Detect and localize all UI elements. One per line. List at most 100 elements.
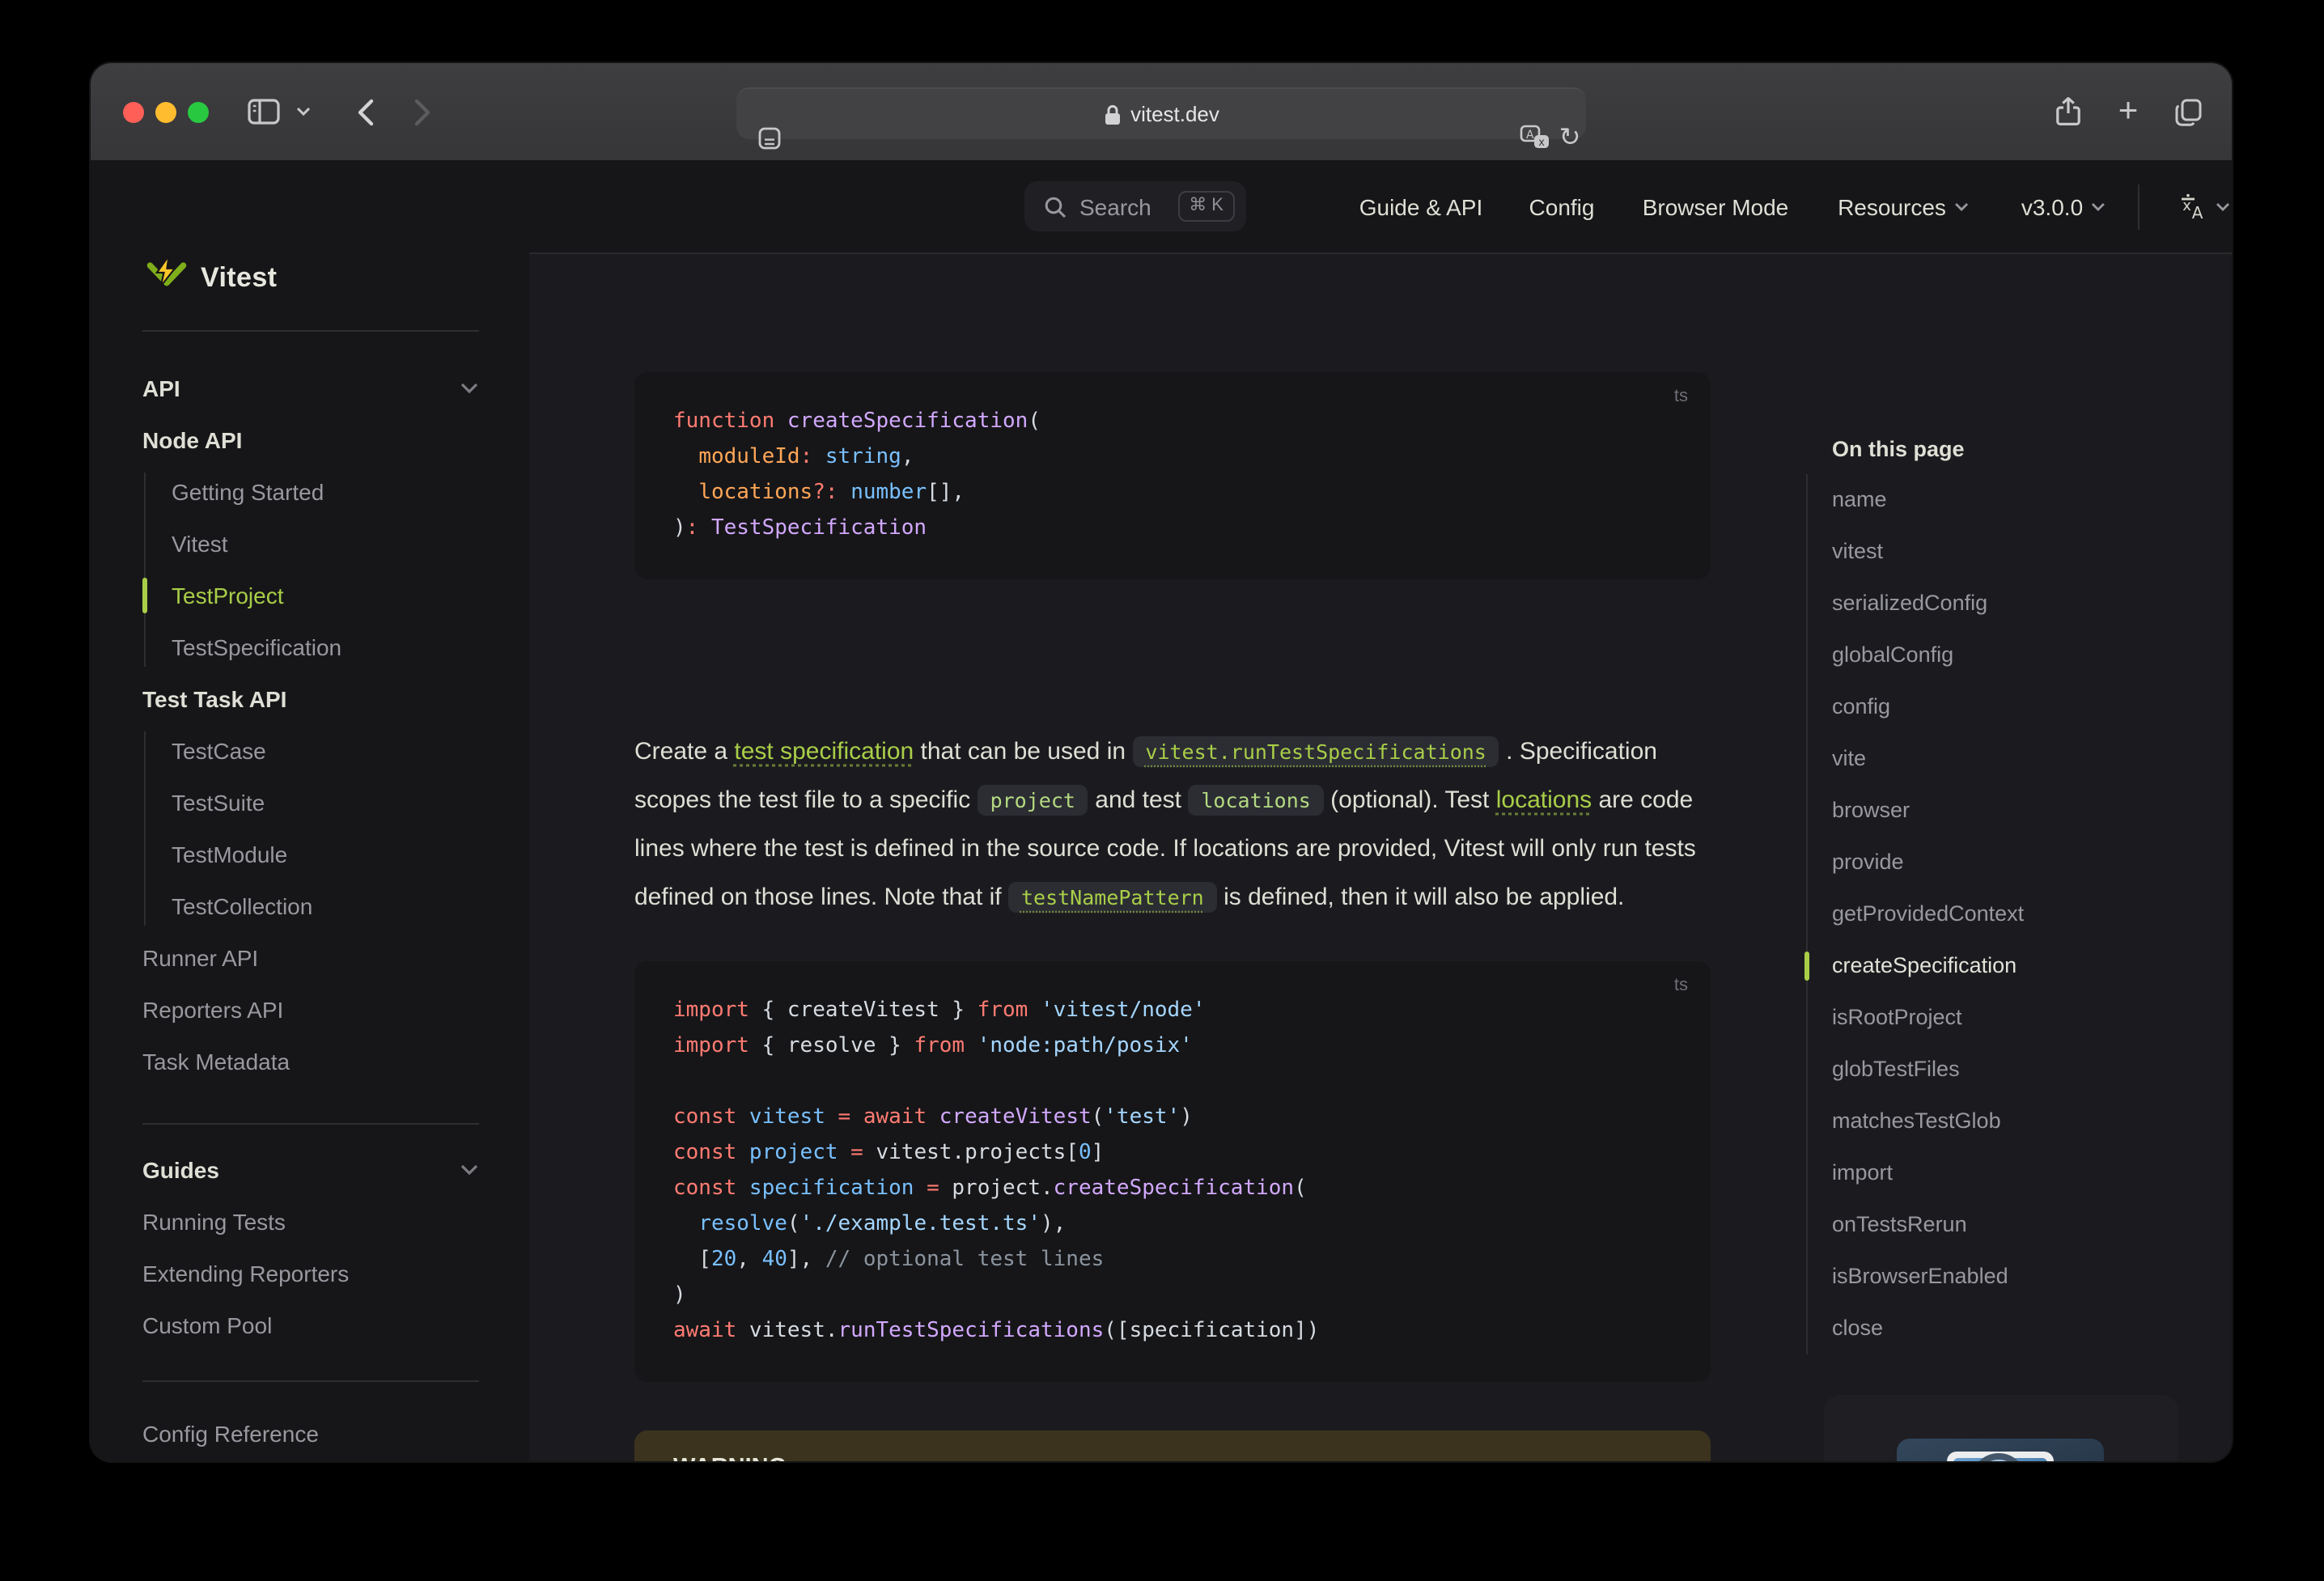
sidebar-divider [142, 1123, 479, 1125]
text-run: that can be used in [914, 738, 1133, 765]
search-input[interactable]: Search ⌘ K [1024, 181, 1246, 231]
sponsor-card[interactable]: </> [1824, 1395, 2178, 1461]
toc-item[interactable]: getProvidedContext [1832, 888, 2214, 940]
svg-text:x: x [2182, 197, 2191, 214]
nav-dropdown-resources[interactable]: Resources [1838, 160, 1969, 252]
code-block-signature: ts function createSpecification( moduleI… [634, 372, 1711, 579]
sidebar-item-testcase[interactable]: TestCase [172, 725, 266, 777]
code-line: locations?: number[], [698, 481, 965, 505]
toc-item[interactable]: vite [1832, 733, 2214, 785]
toc-item[interactable]: vitest [1832, 526, 2214, 578]
nav-dropdown-version[interactable]: v3.0.0 [2021, 160, 2106, 252]
chevron-down-icon[interactable] [460, 1144, 479, 1196]
nav-link-browser-mode[interactable]: Browser Mode [1643, 160, 1789, 252]
sidebar-divider [142, 1380, 479, 1382]
chevron-down-icon [2092, 202, 2106, 210]
sidebar-item-testmodule[interactable]: TestModule [172, 829, 287, 880]
sidebar-item-config-reference[interactable]: Config Reference [142, 1408, 319, 1460]
code-line: moduleId: string, [698, 445, 914, 469]
code-line: const project = vitest.projects[0] [673, 1141, 1105, 1165]
inline-link[interactable]: test specification [734, 738, 914, 765]
svg-text:A: A [2192, 202, 2203, 221]
sidebar-item-getting-started[interactable]: Getting Started [172, 466, 324, 518]
toc-item[interactable]: import [1832, 1147, 2214, 1199]
chevron-down-icon [2216, 202, 2229, 210]
code-line: const specification = project.createSpec… [673, 1176, 1307, 1201]
warning-title: WARNING [673, 1455, 1672, 1461]
sidebar-menu-chevron-icon[interactable] [291, 63, 314, 160]
nav-link-config[interactable]: Config [1529, 160, 1595, 252]
sidebar-item-testsuite[interactable]: TestSuite [172, 777, 265, 829]
url-display: vitest.dev [736, 89, 1586, 139]
text-run: is defined, then it will also be applied… [1216, 884, 1625, 911]
url-text: vitest.dev [1130, 102, 1219, 126]
vitest-logo-icon[interactable] [146, 254, 188, 296]
inline-link[interactable]: locations [1496, 786, 1592, 814]
sidebar-item-testcollection[interactable]: TestCollection [172, 880, 312, 932]
search-icon [1044, 195, 1067, 218]
sidebar-item-test-api-reference[interactable]: Test API Reference [142, 1460, 337, 1461]
sidebar-section-guides[interactable]: Guides [142, 1144, 219, 1196]
tab-overview-icon[interactable] [2169, 63, 2207, 160]
sidebar-item-testspecification[interactable]: TestSpecification [172, 621, 341, 673]
sidebar-group-node-api[interactable]: Node API [142, 414, 242, 466]
warning-callout: WARNING createSpecification expects reso… [634, 1431, 1711, 1461]
toc-item[interactable]: serializedConfig [1832, 578, 2214, 629]
sidebar: Vitest API Node API Getting Started Vite… [91, 160, 529, 1461]
code-line: ): TestSpecification [673, 516, 927, 540]
back-button[interactable] [350, 63, 382, 160]
web-page: Vitest API Node API Getting Started Vite… [91, 160, 2232, 1461]
fullscreen-window-button[interactable] [188, 102, 209, 123]
toc-item[interactable]: globTestFiles [1832, 1044, 2214, 1096]
code-line: import { resolve } from 'node:path/posix… [673, 1034, 1193, 1058]
address-bar[interactable]: vitest.dev Ax ↻ [736, 87, 1586, 152]
toc-item[interactable]: globalConfig [1832, 629, 2214, 681]
code-line: ) [673, 1283, 686, 1308]
screenshot-stage: vitest.dev Ax ↻ + Vitest API Node API Ge… [0, 0, 2324, 1581]
svg-text:x: x [1537, 137, 1544, 149]
indent-guide [144, 473, 146, 667]
sponsor-image[interactable]: </> [1897, 1439, 2104, 1461]
inline-code: project [977, 785, 1088, 816]
sidebar-group-test-task-api[interactable]: Test Task API [142, 673, 286, 725]
toc-item[interactable]: isBrowserEnabled [1832, 1251, 2214, 1303]
toc-item[interactable]: config [1832, 681, 2214, 733]
toc-item[interactable]: provide [1832, 837, 2214, 888]
toc-item[interactable]: name [1832, 474, 2214, 526]
browser-titlebar: vitest.dev Ax ↻ + [91, 63, 2232, 162]
code-line: resolve('./example.test.ts'), [698, 1212, 1067, 1236]
share-icon[interactable] [2050, 63, 2086, 160]
code-line: [20, 40], // optional test lines [673, 1248, 1105, 1272]
sidebar-item-task-metadata[interactable]: Task Metadata [142, 1036, 290, 1087]
site-title[interactable]: Vitest [201, 257, 277, 299]
text-run: (optional). Test [1323, 786, 1496, 814]
toc-item[interactable]: matchesTestGlob [1832, 1096, 2214, 1147]
close-window-button[interactable] [123, 102, 144, 123]
sidebar-item-running-tests[interactable]: Running Tests [142, 1196, 286, 1248]
nav-link-guide-api[interactable]: Guide & API [1359, 160, 1483, 252]
code-line: await vitest.runTestSpecifications([spec… [673, 1319, 1320, 1343]
toc-item[interactable]: onTestsRerun [1832, 1199, 2214, 1251]
translate-icon: xA [2178, 192, 2207, 221]
forward-button[interactable] [406, 63, 439, 160]
language-menu[interactable]: xA [2178, 160, 2230, 252]
sidebar-item-runner-api[interactable]: Runner API [142, 932, 258, 984]
sidebar-toggle-icon[interactable] [241, 63, 286, 160]
sidebar-item-extending-reporters[interactable]: Extending Reporters [142, 1248, 349, 1299]
sidebar-item-custom-pool[interactable]: Custom Pool [142, 1299, 272, 1351]
sidebar-item-vitest[interactable]: Vitest [172, 518, 228, 570]
sidebar-section-api[interactable]: API [142, 362, 180, 414]
chevron-down-icon[interactable] [460, 362, 479, 414]
sidebar-item-testproject[interactable]: TestProject [172, 570, 284, 621]
inline-code-link[interactable]: vitest.runTestSpecifications [1132, 736, 1499, 767]
toc-item[interactable]: browser [1832, 785, 2214, 837]
minimize-window-button[interactable] [155, 102, 176, 123]
sidebar-item-reporters-api[interactable]: Reporters API [142, 984, 283, 1036]
toc-item[interactable]: createSpecification [1804, 940, 2214, 992]
code-block-example: ts import { createVitest } from 'vitest/… [634, 961, 1711, 1382]
toc-item[interactable]: close [1832, 1303, 2214, 1354]
new-tab-button[interactable]: + [2109, 63, 2148, 160]
inline-code-link[interactable]: testNamePattern [1007, 882, 1217, 913]
indent-guide [144, 731, 146, 926]
toc-item[interactable]: isRootProject [1832, 992, 2214, 1044]
